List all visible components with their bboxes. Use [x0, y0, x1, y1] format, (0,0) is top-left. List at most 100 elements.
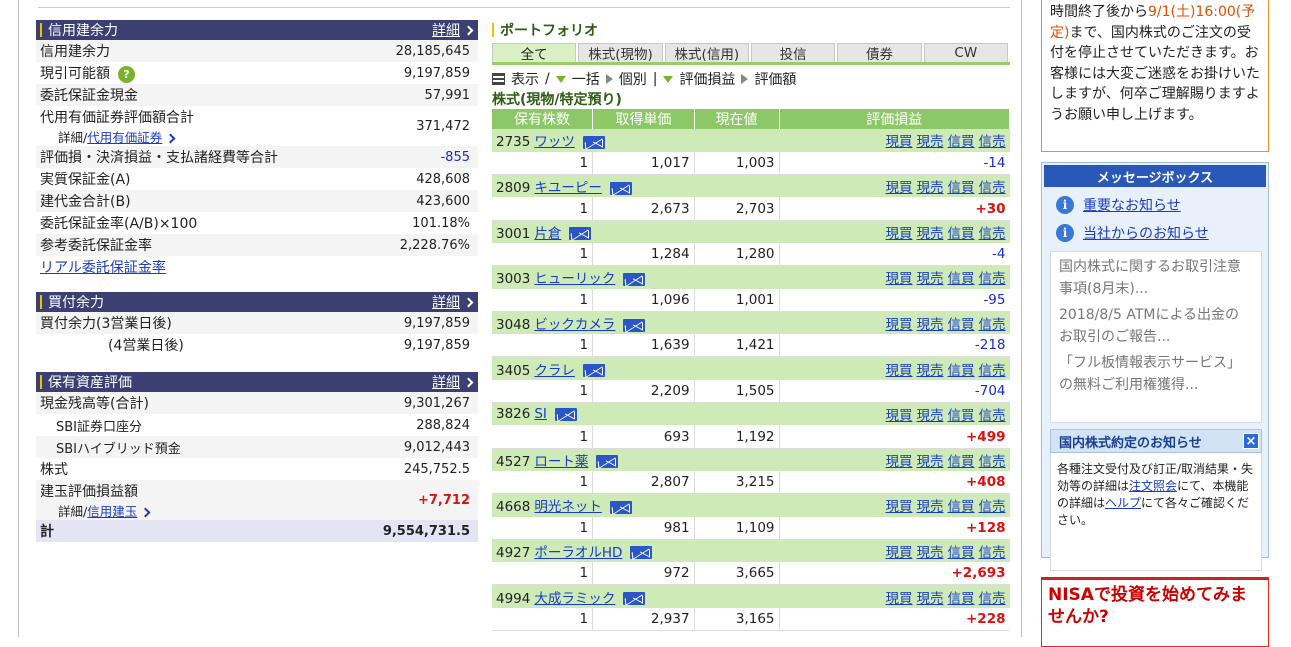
trade-action-link[interactable]: 現売 — [917, 271, 944, 287]
trade-action-link[interactable]: 現売 — [917, 363, 944, 379]
mail-icon[interactable] — [582, 364, 605, 378]
stock-name-link[interactable]: ロート薬 — [534, 454, 588, 470]
trade-action-link[interactable]: 信売 — [979, 226, 1006, 242]
trade-action-link[interactable]: 現売 — [917, 226, 944, 242]
unrealized-pl: -4 — [779, 242, 1010, 267]
tab-2[interactable]: 株式(信用) — [664, 43, 749, 63]
trade-action-link[interactable]: 現売 — [917, 317, 944, 333]
current-price: 1,001 — [694, 288, 780, 312]
tab-1[interactable]: 株式(現物) — [578, 43, 663, 63]
mail-icon[interactable] — [596, 455, 619, 469]
trade-action-link[interactable]: 信売 — [979, 363, 1006, 379]
tab-4[interactable]: 債券 — [837, 43, 922, 63]
trade-action-link[interactable]: 現買 — [886, 408, 913, 424]
trade-action-link[interactable]: 信売 — [979, 134, 1006, 150]
help-link[interactable]: ヘルプ — [1105, 496, 1141, 510]
trade-action-link[interactable]: 信売 — [979, 408, 1006, 424]
stock-name-link[interactable]: 片倉 — [534, 226, 561, 242]
tab-5[interactable]: CW — [923, 43, 1008, 62]
trade-action-link[interactable]: 現買 — [886, 180, 913, 196]
trade-action-link[interactable]: 現買 — [886, 363, 913, 379]
trade-action-link[interactable]: 信買 — [948, 271, 975, 287]
asset-detail-link[interactable]: 詳細 — [432, 372, 474, 392]
view-kobetsu-option[interactable]: 個別 — [619, 69, 647, 89]
stock-name-cell: 4527 ロート薬 — [492, 448, 779, 471]
tab-3[interactable]: 投信 — [750, 43, 836, 63]
trade-action-link[interactable]: 信売 — [979, 454, 1006, 470]
company-notice-link[interactable]: 当社からのお知らせ — [1083, 223, 1209, 243]
trade-action-link[interactable]: 信買 — [948, 226, 975, 242]
trade-action-link[interactable]: 信売 — [979, 271, 1006, 287]
summary-row-value: 428,608 — [416, 171, 470, 187]
news-item[interactable]: 2018/8/5 ATMによる出金のお取引のご報告... — [1059, 304, 1253, 348]
stock-name-link[interactable]: ビックカメラ — [534, 317, 615, 333]
real-margin-rate-link[interactable]: リアル委託保証金率 — [40, 257, 166, 277]
trade-action-link[interactable]: 信買 — [948, 317, 975, 333]
trade-action-link[interactable]: 信買 — [948, 454, 975, 470]
view-hyoka-gaku-option[interactable]: 評価額 — [754, 69, 796, 89]
trade-action-link[interactable]: 現売 — [917, 499, 944, 515]
stock-name-link[interactable]: キユーピー — [534, 180, 602, 196]
trade-action-link[interactable]: 現買 — [886, 271, 913, 287]
trade-action-link[interactable]: 信買 — [948, 591, 975, 607]
close-icon[interactable]: × — [1243, 433, 1259, 449]
trade-action-link[interactable]: 信買 — [948, 408, 975, 424]
mail-icon[interactable] — [569, 227, 592, 241]
credit-detail-link[interactable]: 詳細 — [432, 20, 474, 40]
trade-action-link[interactable]: 信売 — [979, 180, 1006, 196]
trade-action-link[interactable]: 信買 — [948, 499, 975, 515]
view-hyoka-soneki-option[interactable]: 評価損益 — [679, 69, 735, 89]
tab-0[interactable]: 全て — [492, 43, 577, 63]
stock-name-link[interactable]: クラレ — [534, 363, 575, 379]
trade-action-link[interactable]: 現売 — [917, 134, 944, 150]
mail-icon[interactable] — [623, 272, 646, 286]
trade-action-link[interactable]: 現買 — [886, 591, 913, 607]
trade-action-link[interactable]: 信売 — [979, 591, 1006, 607]
trade-action-link[interactable]: 現買 — [886, 134, 913, 150]
summary-row-sub-link[interactable]: 代用有価証券 — [87, 130, 162, 145]
stock-name-link[interactable]: ワッツ — [534, 134, 575, 150]
mail-icon[interactable] — [554, 407, 577, 421]
trade-action-link[interactable]: 信売 — [979, 545, 1006, 561]
mail-icon[interactable] — [609, 181, 632, 195]
trade-action-link[interactable]: 現売 — [917, 180, 944, 196]
stock-name-link[interactable]: SI — [534, 406, 547, 422]
mail-icon[interactable] — [609, 500, 632, 514]
trade-action-link[interactable]: 現買 — [886, 226, 913, 242]
trade-action-link[interactable]: 現買 — [886, 454, 913, 470]
stock-name-link[interactable]: ヒューリック — [534, 271, 615, 287]
summary-row-sub-link[interactable]: 信用建玉 — [87, 504, 137, 519]
order-inquiry-link[interactable]: 注文照会 — [1129, 479, 1177, 493]
column-header: 取得単価 — [592, 109, 695, 129]
stock-name-link[interactable]: ポーラオルHD — [534, 545, 622, 561]
important-notice-link[interactable]: 重要なお知らせ — [1083, 195, 1181, 215]
trade-action-link[interactable]: 現売 — [917, 591, 944, 607]
trade-action-link[interactable]: 信買 — [948, 545, 975, 561]
buy-detail-link[interactable]: 詳細 — [432, 292, 474, 312]
stock-name-link[interactable]: 明光ネット — [534, 499, 602, 515]
trade-action-link[interactable]: 信売 — [979, 499, 1006, 515]
trade-action-link[interactable]: 信買 — [948, 134, 975, 150]
question-icon[interactable]: ? — [118, 66, 135, 83]
trade-action-link[interactable]: 現買 — [886, 545, 913, 561]
trade-action-link[interactable]: 現買 — [886, 317, 913, 333]
mail-icon[interactable] — [630, 546, 653, 560]
account-summary-column: 信用建余力 詳細 信用建余力 28,185,645 現引可能額? 9,197,859 委… — [36, 20, 478, 542]
stock-name-link[interactable]: 大成ラミック — [534, 591, 615, 607]
view-ikkatsu-option[interactable]: 一括 — [572, 69, 600, 89]
mail-icon[interactable] — [623, 318, 646, 332]
trade-action-link[interactable]: 信買 — [948, 363, 975, 379]
trade-action-link[interactable]: 現売 — [917, 454, 944, 470]
news-item[interactable]: 「フル板情報表示サービス」の無料ご利用権獲得... — [1059, 352, 1253, 396]
summary-row: 建代金合計(B) 423,600 — [36, 190, 478, 212]
real-margin-rate-row: リアル委託保証金率 — [36, 256, 478, 278]
trade-action-link[interactable]: 信買 — [948, 180, 975, 196]
trade-action-link[interactable]: 現売 — [917, 545, 944, 561]
mail-icon[interactable] — [623, 592, 646, 606]
news-item[interactable]: 国内株式に関するお取引注意事項(8月末)... — [1059, 256, 1253, 300]
mail-icon[interactable] — [582, 135, 605, 149]
summary-row-value: 9,197,859 — [403, 65, 470, 81]
trade-action-link[interactable]: 現買 — [886, 499, 913, 515]
trade-action-link[interactable]: 信売 — [979, 317, 1006, 333]
trade-action-link[interactable]: 現売 — [917, 408, 944, 424]
